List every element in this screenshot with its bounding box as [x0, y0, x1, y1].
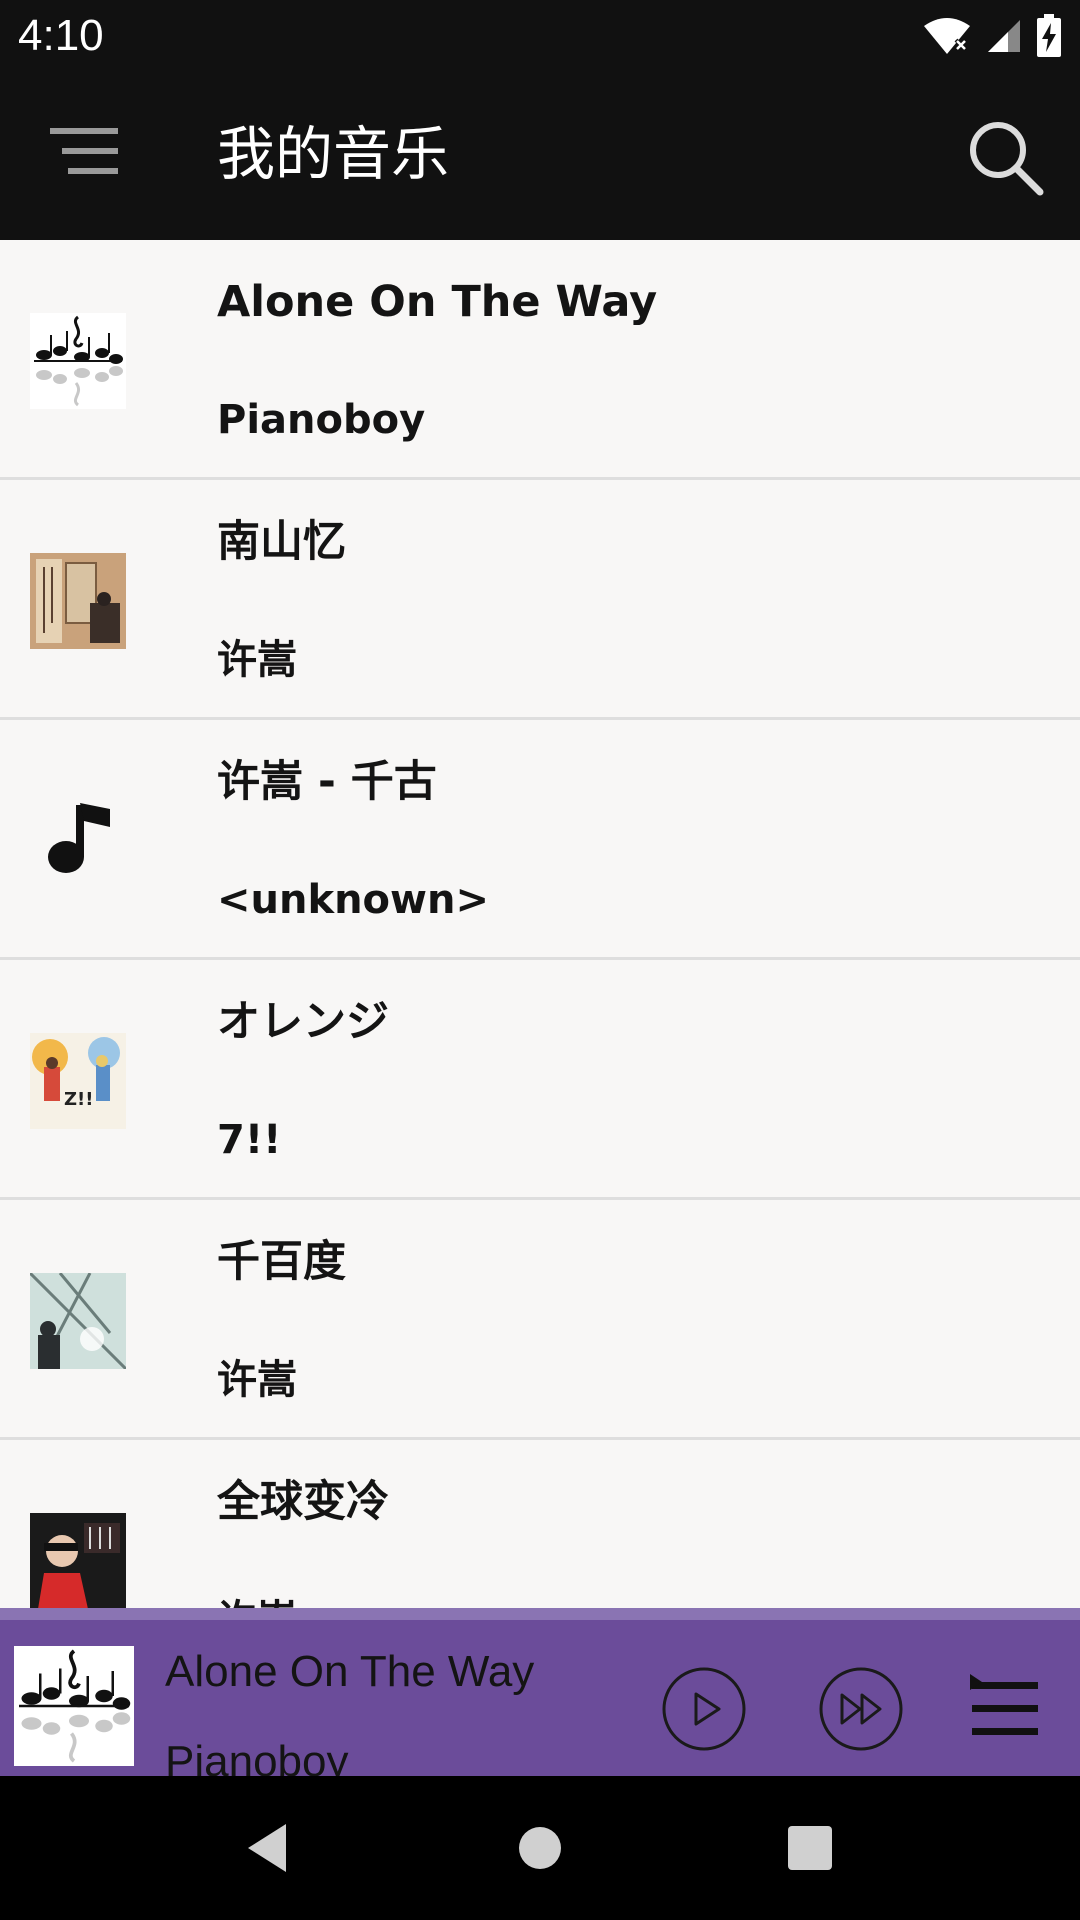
play-icon — [662, 1667, 746, 1751]
system-nav-bar — [0, 1776, 1080, 1920]
recents-icon — [788, 1826, 832, 1870]
song-artist: 许嵩 — [217, 1592, 297, 1608]
recents-button[interactable] — [780, 1818, 840, 1878]
song-artist: Pianoboy — [217, 397, 426, 443]
song-artist: <unknown> — [217, 877, 489, 923]
song-row[interactable]: Alone On The Way Pianoboy — [0, 240, 1080, 480]
album-cover-orange: Z!! — [30, 1033, 126, 1129]
playlist-button[interactable] — [960, 1666, 1050, 1752]
menu-icon — [50, 128, 118, 174]
menu-button[interactable] — [38, 118, 128, 188]
now-playing-cover — [14, 1646, 134, 1766]
song-title: Alone On The Way — [217, 277, 658, 327]
song-title: 南山忆 — [217, 517, 346, 567]
song-title: 许嵩 - 千古 — [217, 757, 437, 807]
home-icon — [519, 1827, 561, 1869]
play-button[interactable] — [661, 1666, 747, 1752]
wifi-icon — [924, 18, 970, 54]
status-icons — [922, 14, 1062, 58]
skip-next-icon — [819, 1667, 903, 1751]
now-playing-bar[interactable]: Alone On The Way Pianoboy — [0, 1608, 1080, 1786]
search-icon — [970, 122, 1044, 196]
battery-charging-icon — [1037, 14, 1061, 57]
song-artist: 许嵩 — [217, 637, 297, 683]
song-row[interactable]: 许嵩 - 千古 <unknown> — [0, 720, 1080, 960]
song-row[interactable]: 南山忆 许嵩 — [0, 480, 1080, 720]
sheet-music-cover — [30, 313, 126, 409]
song-title: オレンジ — [217, 997, 389, 1047]
status-time: 4:10 — [18, 11, 104, 60]
song-artist: 7!! — [217, 1117, 282, 1163]
app-bar: 我的音乐 — [0, 72, 1080, 240]
search-button[interactable] — [960, 112, 1050, 202]
now-playing-title: Alone On The Way — [165, 1647, 535, 1696]
song-row[interactable]: Z!! オレンジ 7!! — [0, 960, 1080, 1200]
skip-next-button[interactable] — [818, 1666, 904, 1752]
album-cover-qianbaidu — [30, 1273, 126, 1369]
song-title: 千百度 — [217, 1237, 346, 1287]
page-title: 我的音乐 — [217, 120, 450, 188]
back-icon — [248, 1824, 286, 1872]
music-note-icon — [30, 793, 126, 889]
signal-icon — [988, 20, 1020, 52]
song-row[interactable]: 千百度 许嵩 — [0, 1200, 1080, 1440]
song-artist: 许嵩 — [217, 1357, 297, 1403]
svg-text:Z!!: Z!! — [64, 1089, 93, 1110]
album-cover-quanqiu — [30, 1513, 126, 1608]
album-cover-nanshan — [30, 553, 126, 649]
playlist-icon — [970, 1674, 1038, 1735]
status-bar: 4:10 — [0, 0, 1080, 72]
home-button[interactable] — [510, 1818, 570, 1878]
song-list[interactable]: Alone On The Way Pianoboy 南山忆 许嵩 许嵩 - 千古 — [0, 240, 1080, 1608]
song-title: 全球变冷 — [217, 1477, 389, 1527]
song-row[interactable]: 全球变冷 许嵩 — [0, 1440, 1080, 1608]
back-button[interactable] — [238, 1818, 298, 1878]
